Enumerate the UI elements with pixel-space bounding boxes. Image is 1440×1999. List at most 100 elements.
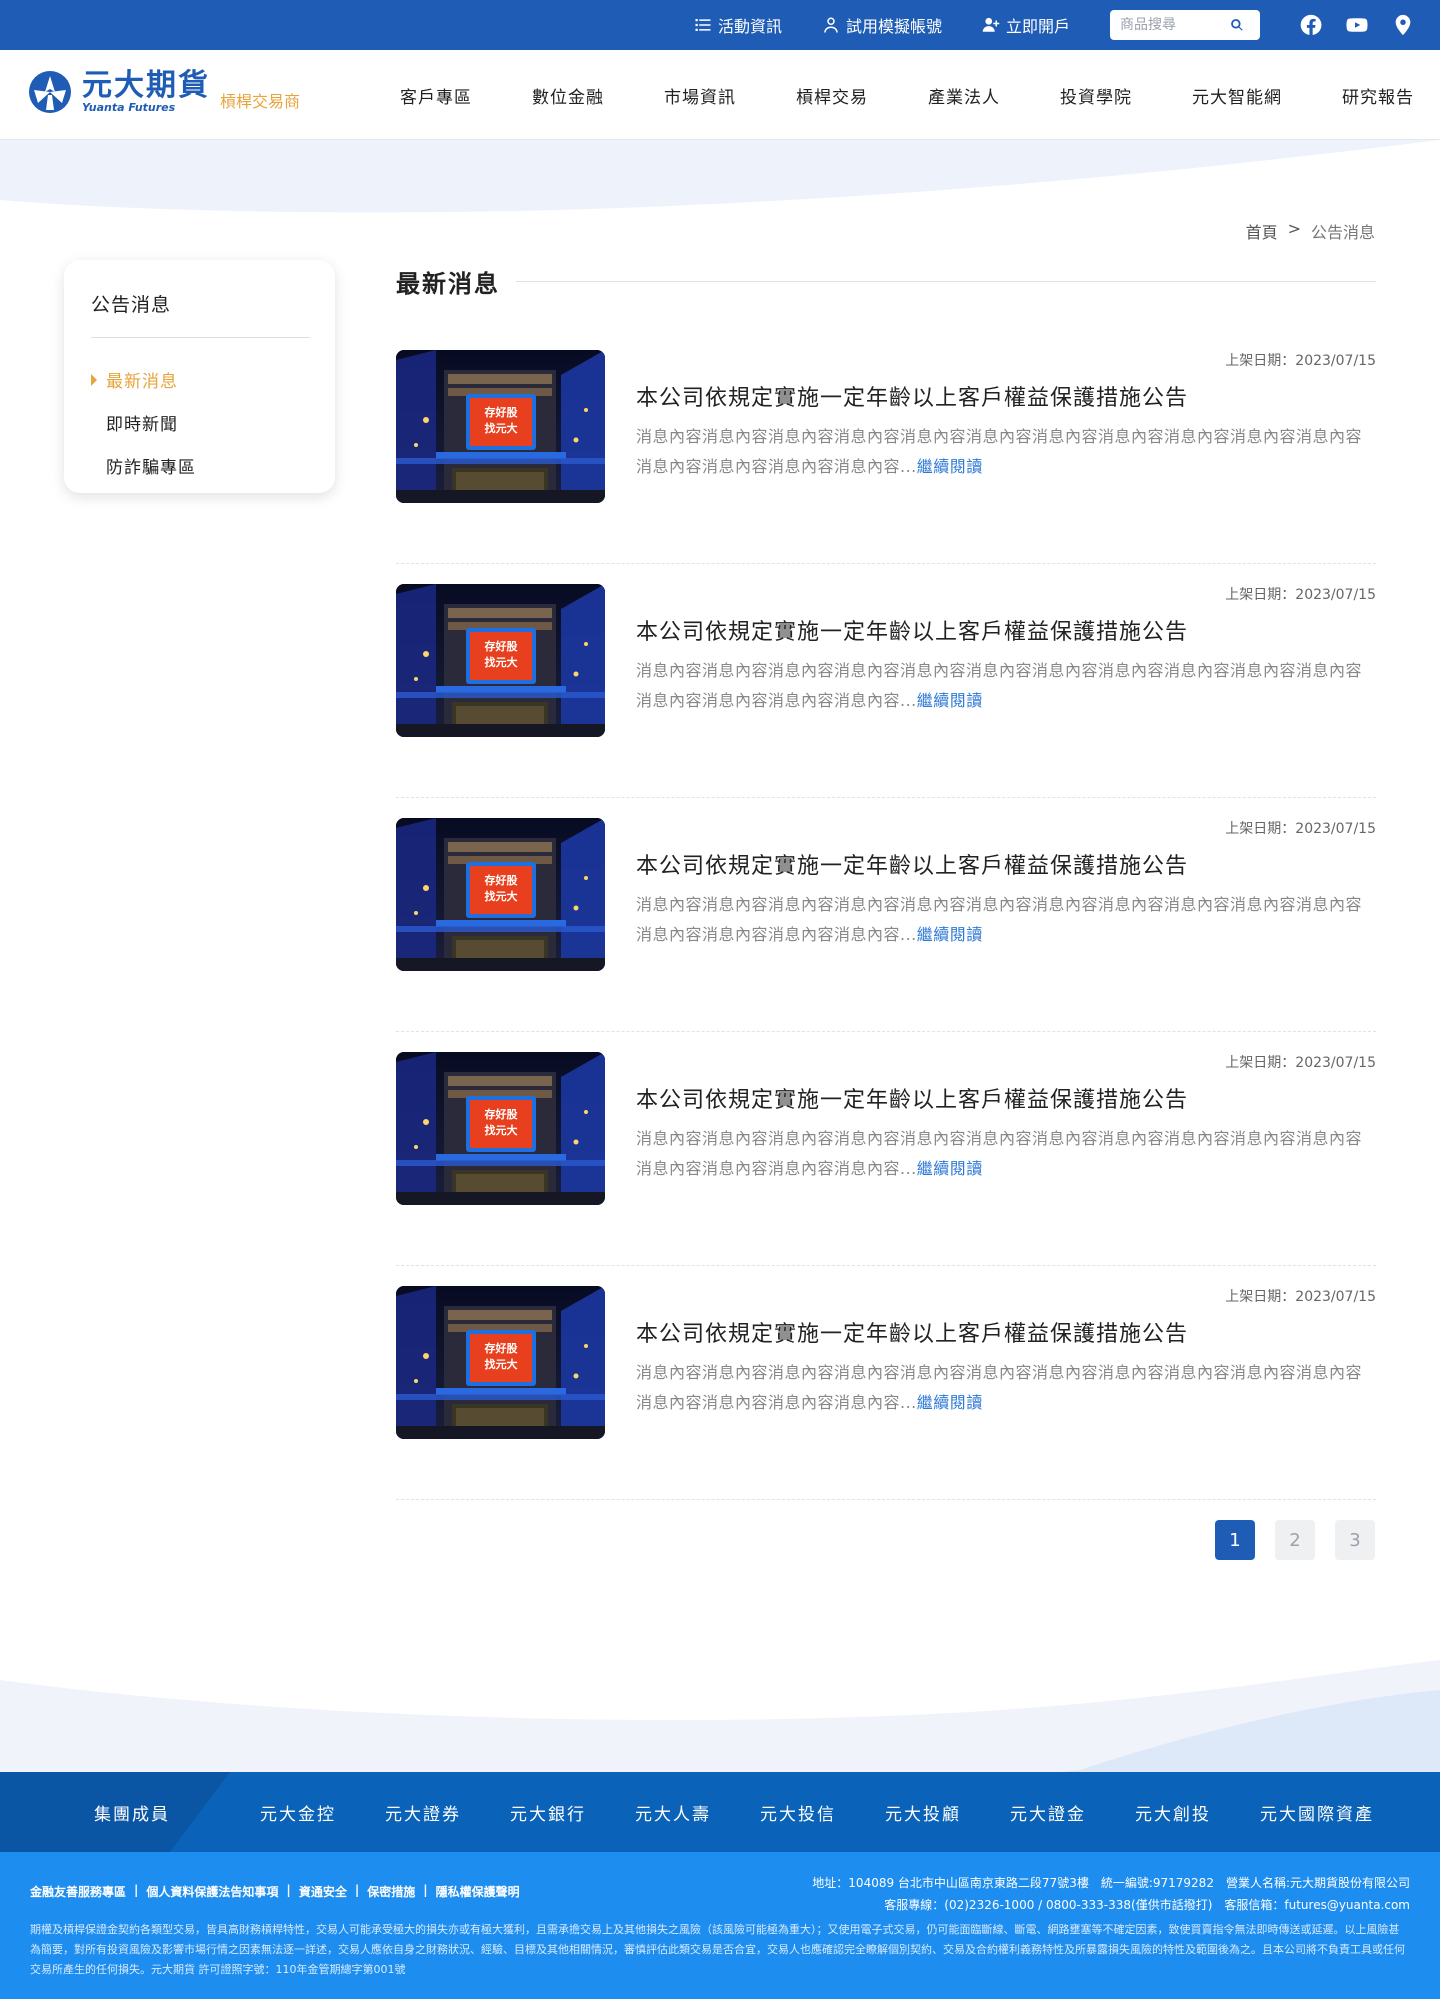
read-more-link[interactable]: 繼續閱讀 (917, 1159, 983, 1178)
nav-research[interactable]: 研究報告 (1342, 83, 1414, 108)
page-button-3[interactable]: 3 (1335, 1520, 1375, 1560)
social-links (1300, 14, 1414, 36)
news-description: 消息內容消息內容消息內容消息內容消息內容消息內容消息內容消息內容消息內容消息內容… (636, 1124, 1376, 1184)
product-search-input[interactable] (1120, 17, 1230, 33)
sign-line-1: 存好股 (485, 873, 519, 887)
news-title[interactable]: 本公司依規定實施一定年齡以上客戶權益保護措施公告 (636, 614, 1188, 646)
brand-name-en: Yuanta Futures (82, 101, 176, 114)
group-member-link[interactable]: 元大銀行 (510, 1800, 635, 1825)
news-title[interactable]: 本公司依規定實施一定年齡以上客戶權益保護措施公告 (636, 1316, 1188, 1348)
news-excerpt: 消息內容消息內容消息內容消息內容消息內容消息內容消息內容消息內容消息內容消息內容… (636, 427, 1363, 476)
sidebar-item-anti-fraud[interactable]: 防詐騙專區 (91, 444, 310, 487)
brand-logo[interactable]: 元大期貨 Yuanta Futures 槓桿交易商 (28, 70, 300, 114)
nav-leverage-trading[interactable]: 槓桿交易 (796, 83, 868, 108)
news-title[interactable]: 本公司依規定實施一定年齡以上客戶權益保護措施公告 (636, 848, 1188, 880)
group-member-link[interactable]: 元大證金 (1010, 1800, 1135, 1825)
group-member-link[interactable]: 元大投顧 (885, 1800, 1010, 1825)
news-date: 上架日期：2023/07/15 (1225, 1289, 1376, 1305)
decorative-wave-bottom (0, 1660, 1440, 1772)
brand-name-cn: 元大期貨 (82, 68, 210, 103)
read-more-link[interactable]: 繼續閱讀 (917, 457, 983, 476)
sign-line-2: 找元大 (485, 421, 518, 435)
list-icon (695, 19, 711, 31)
breadcrumb: 首頁 > 公告消息 (1246, 219, 1375, 243)
nav-smart-net[interactable]: 元大智能網 (1192, 83, 1282, 108)
news-thumbnail[interactable]: 存好股 找元大 (396, 818, 605, 971)
sidebar: 公告消息 最新消息 即時新聞 防詐騙專區 (64, 260, 335, 493)
sign-line-1: 存好股 (485, 639, 519, 653)
logo-text: 元大期貨 Yuanta Futures (82, 70, 210, 114)
news-excerpt: 消息內容消息內容消息內容消息內容消息內容消息內容消息內容消息內容消息內容消息內容… (636, 895, 1363, 944)
sign-line-1: 存好股 (485, 1107, 519, 1121)
activity-info-link[interactable]: 活動資訊 (694, 13, 782, 37)
news-title[interactable]: 本公司依規定實施一定年齡以上客戶權益保護措施公告 (636, 380, 1188, 412)
building-photo: 存好股找元大 (396, 584, 605, 737)
facebook-icon[interactable] (1300, 14, 1322, 36)
nav-institutional[interactable]: 產業法人 (928, 83, 1000, 108)
news-excerpt: 消息內容消息內容消息內容消息內容消息內容消息內容消息內容消息內容消息內容消息內容… (636, 1129, 1363, 1178)
news-description: 消息內容消息內容消息內容消息內容消息內容消息內容消息內容消息內容消息內容消息內容… (636, 656, 1376, 716)
news-thumbnail[interactable]: 存好股 找元大 (396, 1286, 605, 1439)
news-thumbnail[interactable]: 存好股 找元大 (396, 350, 605, 503)
news-date: 上架日期：2023/07/15 (1225, 353, 1376, 369)
open-account-link[interactable]: 立即開戶 (982, 13, 1070, 37)
news-title[interactable]: 本公司依規定實施一定年齡以上客戶權益保護措施公告 (636, 1082, 1188, 1114)
nav-market-info[interactable]: 市場資訊 (664, 83, 736, 108)
news-item: 存好股找元大 上架日期：2023/07/15 本公司依規定實施一定年齡以上客戶權… (396, 330, 1376, 564)
page-button-2[interactable]: 2 (1275, 1520, 1315, 1560)
footer-separator: | (423, 1883, 428, 1897)
footer-link-financial-friendly[interactable]: 金融友善服務專區 (30, 1883, 126, 1900)
read-more-link[interactable]: 繼續閱讀 (917, 925, 983, 944)
footer-address: 地址：104089 台北市中山區南京東路二段77號3樓 統一編號:9717928… (812, 1876, 1410, 1890)
news-excerpt: 消息內容消息內容消息內容消息內容消息內容消息內容消息內容消息內容消息內容消息內容… (636, 661, 1363, 710)
sidebar-title: 公告消息 (91, 290, 310, 338)
group-label: 集團成員 (94, 1804, 170, 1825)
news-description: 消息內容消息內容消息內容消息內容消息內容消息內容消息內容消息內容消息內容消息內容… (636, 1358, 1376, 1418)
page-button-1[interactable]: 1 (1215, 1520, 1255, 1560)
read-more-link[interactable]: 繼續閱讀 (917, 691, 983, 710)
footer-link-privacy-notice[interactable]: 個人資料保護法告知事項 (146, 1883, 278, 1900)
footer-separator: | (286, 1883, 291, 1897)
read-more-link[interactable]: 繼續閱讀 (917, 1393, 983, 1412)
decorative-wave-top (0, 140, 1440, 213)
footer-link-confidentiality[interactable]: 保密措施 (367, 1883, 415, 1900)
news-thumbnail[interactable]: 存好股 找元大 (396, 1052, 605, 1205)
sign-line-1: 存好股 (485, 405, 519, 419)
location-pin-icon[interactable] (1392, 14, 1414, 36)
group-member-link[interactable]: 元大創投 (1135, 1800, 1260, 1825)
activity-info-label: 活動資訊 (717, 17, 782, 36)
breadcrumb-home[interactable]: 首頁 (1246, 219, 1278, 243)
sign-line-2: 找元大 (485, 655, 518, 669)
news-item: 存好股 找元大 上架日期：2023/07/15 本公司依規定實施一定年齡以上客戶權… (396, 798, 1376, 1032)
building-photo: 存好股找元大 (396, 1286, 605, 1439)
news-item: 存好股 找元大 上架日期：2023/07/15 本公司依規定實施一定年齡以上客戶權… (396, 564, 1376, 798)
group-member-link[interactable]: 元大人壽 (635, 1800, 760, 1825)
news-thumbnail[interactable]: 存好股 找元大 (396, 584, 605, 737)
nav-digital-finance[interactable]: 數位金融 (532, 83, 604, 108)
group-member-link[interactable]: 元大投信 (760, 1800, 885, 1825)
news-description: 消息內容消息內容消息內容消息內容消息內容消息內容消息內容消息內容消息內容消息內容… (636, 890, 1376, 950)
footer-separator: | (134, 1883, 139, 1897)
footer-address-block: 地址：104089 台北市中山區南京東路二段77號3樓 統一編號:9717928… (812, 1872, 1410, 1916)
nav-customer-zone[interactable]: 客戶專區 (400, 83, 472, 108)
user-icon (824, 17, 838, 33)
search-icon[interactable] (1230, 18, 1244, 32)
demo-account-link[interactable]: 試用模擬帳號 (822, 13, 942, 37)
news-date: 上架日期：2023/07/15 (1225, 1055, 1376, 1071)
building-photo: 存好股找元大 (396, 1052, 605, 1205)
sign-line-1: 存好股 (485, 1341, 519, 1355)
youtube-icon[interactable] (1346, 14, 1368, 36)
main-header: 元大期貨 Yuanta Futures 槓桿交易商 客戶專區 數位金融 市場資訊… (0, 50, 1440, 140)
sidebar-item-realtime-news[interactable]: 即時新聞 (91, 401, 310, 444)
group-member-link[interactable]: 元大證券 (385, 1800, 510, 1825)
news-list: 存好股 找元大 上架日期：2023/07/15 本公司依規定實施一定年齡以上客戶權… (396, 330, 1376, 1500)
footer-link-privacy-policy[interactable]: 隱私權保護聲明 (436, 1883, 520, 1900)
yuanta-logo-icon (29, 71, 71, 113)
footer-link-info-security[interactable]: 資通安全 (299, 1883, 347, 1900)
group-member-link[interactable]: 元大金控 (260, 1800, 385, 1825)
group-member-link[interactable]: 元大國際資產 (1260, 1800, 1385, 1825)
sidebar-item-latest-news[interactable]: 最新消息 (91, 358, 310, 401)
nav-academy[interactable]: 投資學院 (1060, 83, 1132, 108)
news-description: 消息內容消息內容消息內容消息內容消息內容消息內容消息內容消息內容消息內容消息內容… (636, 422, 1376, 482)
main-nav: 客戶專區 數位金融 市場資訊 槓桿交易 產業法人 投資學院 元大智能網 研究報告 (370, 50, 1430, 140)
